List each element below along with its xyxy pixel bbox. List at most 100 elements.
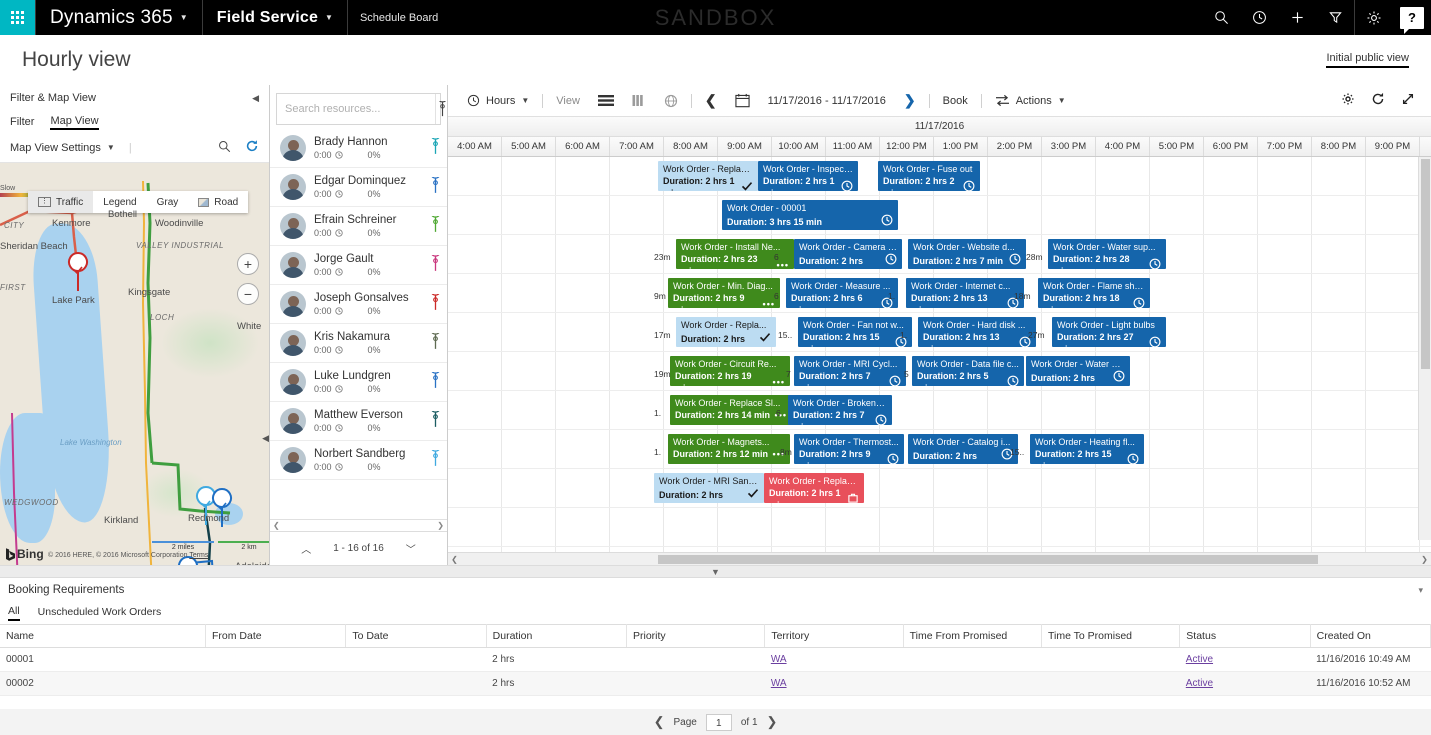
hours-dropdown[interactable]: Hours ▼: [458, 85, 538, 117]
column-header[interactable]: Created On: [1310, 625, 1430, 648]
resource-horizontal-scrollbar[interactable]: ❮❯: [270, 519, 447, 531]
booking-block[interactable]: Work Order - Repla...Duration: 2 hrs: [676, 317, 776, 347]
booking-block[interactable]: Work Order - Camera is...Duration: 2 hrs: [794, 239, 902, 269]
resource-map-pin-icon[interactable]: [429, 255, 443, 275]
view-selector[interactable]: Initial public view: [1326, 52, 1409, 68]
collapse-panel-icon[interactable]: ◀: [252, 93, 259, 104]
resource-map-pin-icon[interactable]: [429, 411, 443, 431]
resource-row[interactable]: Jorge Gault0:000%: [270, 246, 447, 285]
resource-list[interactable]: Brady Hannon0:000%Edgar Dominquez0:000%E…: [270, 129, 447, 519]
schedule-horizontal-scrollbar[interactable]: ❮ ❯: [448, 552, 1431, 565]
booking-block[interactable]: Work Order - Website d...Duration: 2 hrs…: [908, 239, 1026, 269]
breadcrumb-page[interactable]: Schedule Board: [348, 12, 450, 24]
booking-block[interactable]: Work Order - Data file c...Duration: 2 h…: [912, 356, 1024, 386]
column-view-icon[interactable]: [623, 85, 655, 117]
actions-dropdown[interactable]: Actions ▼: [986, 85, 1075, 117]
booking-block[interactable]: Work Order - Broken T...Duration: 2 hrs …: [788, 395, 892, 425]
cell-link[interactable]: Active: [1186, 678, 1213, 689]
app-menu[interactable]: Field Service ▼: [203, 0, 347, 35]
scrollbar-thumb[interactable]: [658, 555, 1318, 564]
chevron-down-icon[interactable]: ▼: [107, 143, 115, 152]
resource-row[interactable]: Luke Lundgren0:000%: [270, 363, 447, 402]
resource-map-pin-icon[interactable]: [429, 333, 443, 353]
scroll-left-icon[interactable]: ❮: [448, 555, 461, 564]
column-header[interactable]: Priority: [626, 625, 764, 648]
booking-block[interactable]: Work Order - Flame sha...Duration: 2 hrs…: [1038, 278, 1150, 308]
panel-splitter[interactable]: ▼: [0, 565, 1431, 578]
resource-map-pin-icon[interactable]: [429, 177, 443, 197]
product-menu[interactable]: Dynamics 365 ▼: [36, 0, 202, 35]
book-button[interactable]: Book: [934, 85, 977, 117]
advanced-find-icon[interactable]: [1316, 0, 1354, 35]
scrollbar-thumb[interactable]: [1421, 159, 1430, 369]
tab-unscheduled-work-orders[interactable]: Unscheduled Work Orders: [38, 606, 162, 620]
search-resources-input[interactable]: [277, 103, 435, 115]
help-button[interactable]: ?: [1393, 0, 1431, 35]
gear-icon[interactable]: [1341, 92, 1355, 109]
booking-block[interactable]: Work Order - Heating fl...Duration: 2 hr…: [1030, 434, 1144, 464]
fullscreen-icon[interactable]: [1401, 92, 1415, 109]
resource-row[interactable]: Brady Hannon0:000%: [270, 129, 447, 168]
map-terms-link[interactable]: Terms: [189, 552, 208, 559]
schedule-vertical-scrollbar[interactable]: [1418, 157, 1431, 540]
prev-page-button[interactable]: ❮: [654, 714, 665, 730]
booking-block[interactable]: Work Order - Fan not w...Duration: 2 hrs…: [798, 317, 912, 347]
resource-map-pin-icon[interactable]: [429, 216, 443, 236]
resource-map-pin-icon[interactable]: [429, 138, 443, 158]
resource-page-down-icon[interactable]: ﹀: [406, 541, 416, 556]
collapse-icon[interactable]: ▾: [1418, 585, 1423, 596]
booking-block[interactable]: Work Order - Hard disk ...Duration: 2 hr…: [918, 317, 1036, 347]
booking-block[interactable]: Work Order - MRI Cycl...Duration: 2 hrs …: [794, 356, 906, 386]
table-row[interactable]: 000012 hrsWAActive11/16/2016 10:49 AM: [0, 648, 1431, 672]
map-refresh-icon[interactable]: [245, 139, 259, 156]
resource-map-pin-icon[interactable]: [429, 450, 443, 470]
schedule-grid[interactable]: Work Order - Replace ...Duration: 2 hrs …: [448, 157, 1431, 552]
booking-block[interactable]: Work Order - 00001Duration: 3 hrs 15 min: [722, 200, 898, 230]
cell-link[interactable]: WA: [771, 678, 787, 689]
scroll-right-icon[interactable]: ❯: [1418, 555, 1431, 564]
resource-map-pin-icon[interactable]: [429, 294, 443, 314]
resource-row[interactable]: Norbert Sandberg0:000%: [270, 441, 447, 480]
booking-block[interactable]: Work Order - Min. Diag...Duration: 2 hrs…: [668, 278, 780, 308]
booking-block[interactable]: Work Order - Inspectio...Duration: 2 hrs…: [758, 161, 858, 191]
booking-block[interactable]: Work Order - Thermost...Duration: 2 hrs …: [794, 434, 904, 464]
booking-block[interactable]: Work Order - Fuse outDuration: 2 hrs 2 m…: [878, 161, 980, 191]
booking-block[interactable]: Work Order - Internet c...Duration: 2 hr…: [906, 278, 1024, 308]
booking-block[interactable]: Work Order - Measure ...Duration: 2 hrs …: [786, 278, 898, 308]
map-collapse-arrow[interactable]: ◀: [262, 433, 269, 444]
column-header[interactable]: Name: [0, 625, 206, 648]
resource-map-pin-icon[interactable]: [429, 372, 443, 392]
date-range-label[interactable]: 11/17/2016 - 11/17/2016: [759, 85, 895, 117]
resource-search[interactable]: [276, 93, 441, 125]
column-header[interactable]: To Date: [346, 625, 486, 648]
column-header[interactable]: Status: [1180, 625, 1310, 648]
map-pin-icon[interactable]: [435, 94, 449, 124]
booking-block[interactable]: Work Order - Replace ...Duration: 2 hrs …: [658, 161, 758, 191]
cell-link[interactable]: Active: [1186, 654, 1213, 665]
next-page-button[interactable]: ❯: [767, 714, 778, 730]
resource-row[interactable]: Edgar Dominquez0:000%: [270, 168, 447, 207]
next-date-button[interactable]: ❯: [895, 85, 925, 117]
tab-filter[interactable]: Filter: [10, 116, 34, 129]
booking-block[interactable]: Work Order - Replace ...Duration: 2 hrs …: [764, 473, 864, 503]
resource-page-up-icon[interactable]: ︿: [301, 541, 311, 556]
column-header[interactable]: Time To Promised: [1041, 625, 1179, 648]
resource-row[interactable]: Kris Nakamura0:000%: [270, 324, 447, 363]
page-number-input[interactable]: 1: [706, 714, 732, 731]
booking-block[interactable]: Work Order - Light bulbsDuration: 2 hrs …: [1052, 317, 1166, 347]
booking-block[interactable]: Work Order - Magnets...Duration: 2 hrs 1…: [668, 434, 790, 464]
globe-view-icon[interactable]: [655, 85, 687, 117]
tab-map-view[interactable]: Map View: [50, 115, 98, 130]
resource-row[interactable]: Efrain Schreiner0:000%: [270, 207, 447, 246]
refresh-icon[interactable]: [1371, 92, 1385, 109]
tab-all[interactable]: All: [8, 605, 20, 621]
column-header[interactable]: Duration: [486, 625, 626, 648]
table-body[interactable]: 000012 hrsWAActive11/16/2016 10:49 AM000…: [0, 648, 1431, 696]
column-header[interactable]: From Date: [206, 625, 346, 648]
resource-row[interactable]: Matthew Everson0:000%: [270, 402, 447, 441]
recent-icon[interactable]: [1240, 0, 1278, 35]
booking-block[interactable]: Work Order - Replace Sl...Duration: 2 hr…: [670, 395, 792, 425]
booking-block[interactable]: Work Order - Water sup...Duration: 2 hrs…: [1048, 239, 1166, 269]
resource-row[interactable]: Joseph Gonsalves0:000%: [270, 285, 447, 324]
cell-link[interactable]: WA: [771, 654, 787, 665]
